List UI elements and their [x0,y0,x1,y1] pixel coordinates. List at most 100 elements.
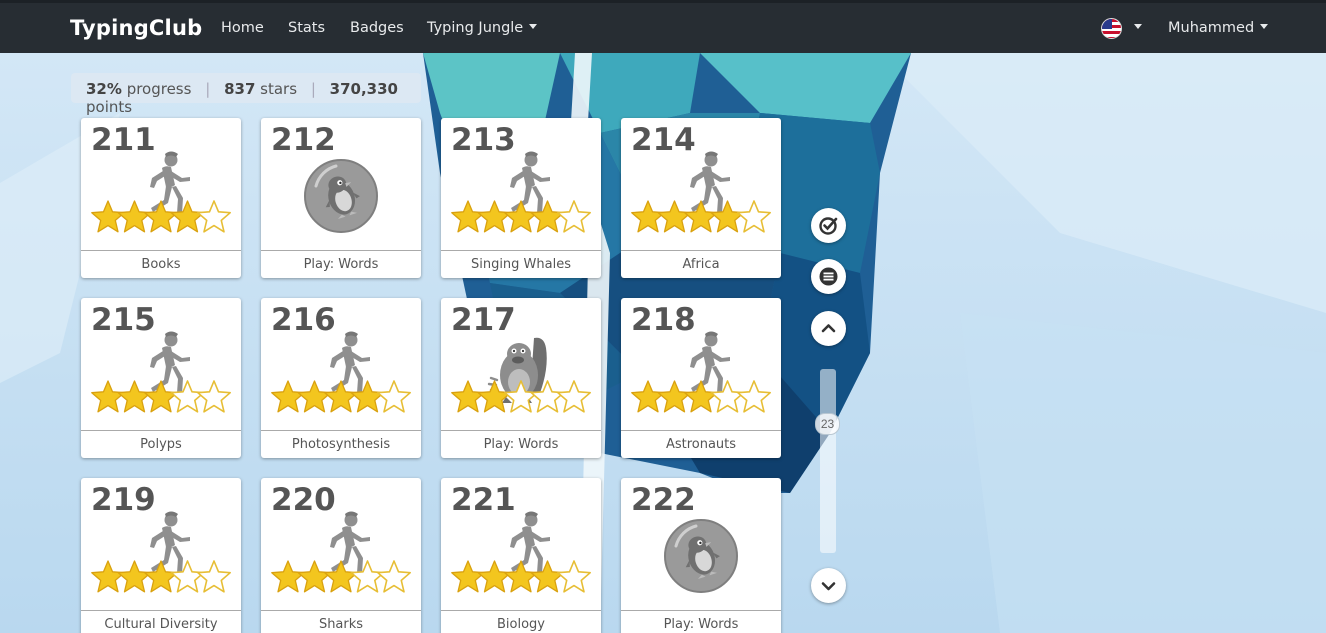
star-icon [144,200,178,233]
star-icon [631,200,665,233]
star-icon [197,380,231,413]
star-icon [197,200,231,233]
lesson-title: Biology [441,610,601,633]
star-icon [684,380,718,413]
star-icon [504,560,538,593]
star-icon [297,380,332,413]
star-icon [197,560,231,593]
star-icon [117,560,152,593]
lesson-title: Africa [621,250,781,278]
lesson-scroll-thumb[interactable]: 23 [815,413,840,435]
star-icon [91,200,125,233]
user-name: Muhammed [1168,20,1255,36]
star-icon [144,560,178,593]
star-rating [89,376,233,427]
star-icon [657,200,692,233]
chevron-down-icon [1260,24,1269,29]
star-rating [269,556,413,607]
star-icon [657,380,692,413]
lesson-card-214[interactable]: 214 Africa [621,118,781,278]
lesson-card-218[interactable]: 218 Astronauts [621,298,781,458]
star-icon [477,200,512,233]
lesson-card-222[interactable]: 222 Play: Words [621,478,781,633]
brand-logo[interactable]: TypingClub [70,16,202,40]
menu-button[interactable] [811,259,846,294]
star-icon [170,380,205,413]
lesson-scroll-track[interactable] [820,369,836,553]
star-icon [170,560,205,593]
star-icon [271,380,305,413]
star-rating [89,196,233,247]
star-icon [170,200,205,233]
star-icon [710,380,745,413]
separator: | [205,80,211,98]
nav-home-link[interactable]: Home [221,20,264,36]
lesson-card-217[interactable]: 217 Play: Words [441,298,601,458]
star-icon [271,560,305,593]
star-icon [377,380,411,413]
lesson-card-216[interactable]: 216 Photosynthesis [261,298,421,458]
lesson-title: Books [81,250,241,278]
star-icon [451,200,485,233]
lesson-card-211[interactable]: 211 Books [81,118,241,278]
star-icon [477,560,512,593]
lesson-card-215[interactable]: 215 Polyps [81,298,241,458]
star-icon [324,560,358,593]
star-icon [477,380,512,413]
star-rating [629,376,773,427]
lesson-number: 222 [631,482,696,518]
star-icon [377,560,411,593]
progress-label: progress [126,80,192,98]
star-icon [737,200,771,233]
lesson-title: Astronauts [621,430,781,458]
star-icon [557,560,591,593]
chevron-down-icon [1134,24,1142,29]
star-icon [324,380,358,413]
user-menu-dropdown[interactable]: Muhammed [1168,20,1269,36]
chevron-up-icon [821,324,836,333]
star-icon [451,560,485,593]
lesson-card-212[interactable]: 212 Play: Words [261,118,421,278]
star-rating [629,196,773,247]
star-icon [117,200,152,233]
star-rating [449,376,593,427]
nav-badges-link[interactable]: Badges [350,20,404,36]
lesson-card-220[interactable]: 220 Sharks [261,478,421,633]
scroll-down-button[interactable] [811,568,846,603]
lesson-title: Play: Words [621,610,781,633]
lesson-card-219[interactable]: 219 Cultural Diversity [81,478,241,633]
language-dropdown[interactable] [1128,20,1142,36]
chevron-down-icon [529,24,538,29]
lesson-title: Cultural Diversity [81,610,241,633]
star-icon [91,560,125,593]
lesson-title: Play: Words [261,250,421,278]
separator: | [310,80,316,98]
lesson-card-221[interactable]: 221 Biology [441,478,601,633]
star-icon [350,560,385,593]
penguin-game-icon [296,154,386,239]
us-flag-icon[interactable] [1101,18,1122,39]
lesson-title: Photosynthesis [261,430,421,458]
lesson-card-213[interactable]: 213 Singing Whales [441,118,601,278]
scroll-up-button[interactable] [811,311,846,346]
star-rating [269,376,413,427]
check-circle-button[interactable] [811,208,846,243]
penguin-game-icon [656,514,746,599]
progress-percent: 32% [86,80,122,98]
star-icon [504,200,538,233]
progress-summary: 32% progress | 837 stars | 370,330 point… [71,73,421,116]
star-icon [557,200,591,233]
nav-stats-link[interactable]: Stats [288,20,325,36]
lesson-title: Singing Whales [441,250,601,278]
points-count: 370,330 [329,80,398,98]
star-icon [117,380,152,413]
points-label: points [86,98,133,116]
star-icon [530,380,565,413]
check-circle-icon [819,217,838,235]
nav-typing-jungle-dropdown[interactable]: Typing Jungle [427,20,538,36]
chevron-down-icon [821,582,836,591]
stars-label: stars [260,80,298,98]
star-icon [710,200,745,233]
star-rating [449,556,593,607]
star-icon [530,200,565,233]
